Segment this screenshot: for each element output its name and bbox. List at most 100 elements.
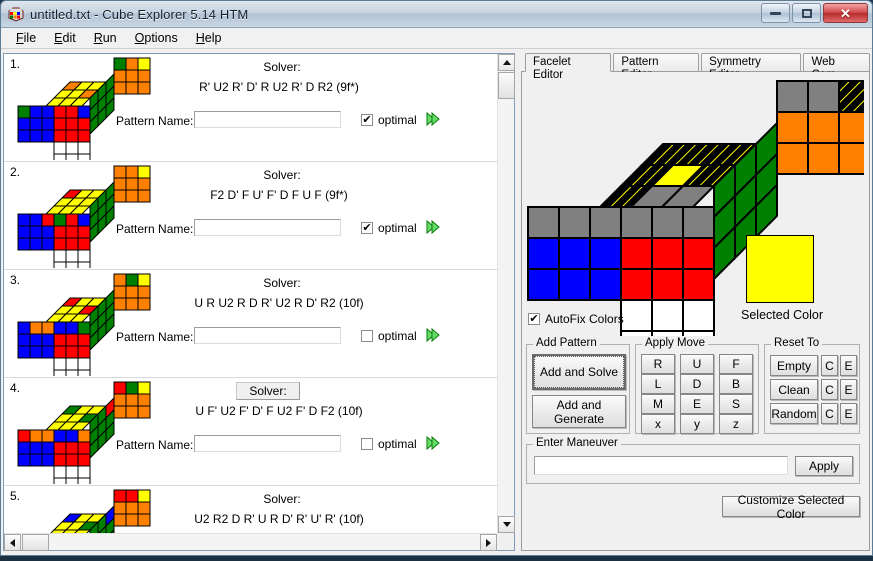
optimal-label: optimal — [378, 437, 417, 451]
move-button-B[interactable]: B — [719, 374, 753, 394]
main-content: 1. Solver: R' U2 R' D' R U2 R' D R2 (9f*… — [1, 49, 872, 555]
solver-results-panel: 1. Solver: R' U2 R' D' R U2 R' D R2 (9f*… — [3, 53, 515, 551]
solver-list-horizontal-scrollbar[interactable] — [4, 533, 497, 551]
reset-random-label: Random — [771, 406, 817, 421]
tab-web-cam[interactable]: Web Cam — [803, 53, 870, 81]
solver-list-vertical-scrollbar[interactable] — [497, 54, 515, 533]
vertical-scroll-thumb[interactable] — [498, 72, 515, 99]
menu-item-edit[interactable]: Edit — [45, 29, 85, 47]
chevron-up-icon — [502, 60, 511, 65]
horizontal-scroll-thumb[interactable] — [22, 534, 49, 551]
play-solution-button[interactable] — [425, 327, 441, 343]
move-button-z[interactable]: z — [719, 414, 753, 434]
maximize-button[interactable] — [792, 3, 821, 23]
move-button-L[interactable]: L — [641, 374, 675, 394]
move-label-F: F — [732, 357, 740, 371]
solver-entry-cube-thumbnail[interactable] — [16, 56, 164, 160]
move-button-R[interactable]: R — [641, 354, 675, 374]
reset-clean-e-button[interactable]: E — [840, 379, 857, 400]
solver-entry[interactable]: 2. Solver: F2 D' F U' F' D F U F (9f*) P… — [4, 162, 497, 270]
move-label-U: U — [692, 357, 702, 371]
play-solution-button[interactable] — [425, 219, 441, 235]
reset-empty-e-label: E — [844, 358, 853, 373]
pattern-name-input[interactable] — [194, 327, 341, 344]
solver-entry-cube-thumbnail[interactable] — [16, 380, 164, 484]
pattern-name-label: Pattern Name: — [116, 330, 194, 344]
reset-random-e-button[interactable]: E — [840, 403, 857, 424]
close-button[interactable]: ✕ — [823, 3, 868, 23]
reset-to-group: Reset To Empty C E Clean C E Random C E — [764, 337, 860, 434]
move-button-F[interactable]: F — [719, 354, 753, 374]
reset-clean-c-label: C — [825, 382, 834, 397]
add-pattern-group-title: Add Pattern — [533, 337, 600, 349]
move-button-x[interactable]: x — [641, 414, 675, 434]
pattern-name-input[interactable] — [194, 111, 341, 128]
menu-item-help[interactable]: Help — [187, 29, 231, 47]
move-label-L: L — [654, 377, 662, 391]
solver-entry[interactable]: 5. Solver: U2 R2 D R' U R D' R' U' R' (1… — [4, 486, 497, 533]
selected-color-swatch[interactable] — [746, 235, 814, 303]
solver-entry[interactable]: 1. Solver: R' U2 R' D' R U2 R' D R2 (9f*… — [4, 54, 497, 162]
menu-item-run[interactable]: Run — [85, 29, 126, 47]
move-label-z: z — [733, 417, 739, 431]
solver-entry-maneuver: U2 R2 D R' U R D' R' U' R' (10f) — [194, 512, 364, 526]
solver-entry-cube-thumbnail[interactable] — [16, 164, 164, 268]
minimize-icon — [770, 11, 781, 15]
optimal-checkbox[interactable]: ✔ — [361, 114, 373, 126]
reset-empty-e-button[interactable]: E — [840, 355, 857, 376]
solver-entry[interactable]: 4. Solver: U F' U2 F' D' F U2 F' D F2 (1… — [4, 378, 497, 486]
move-button-U[interactable]: U — [680, 354, 714, 374]
move-button-D[interactable]: D — [680, 374, 714, 394]
optimal-checkbox[interactable]: ✔ — [361, 222, 373, 234]
add-and-generate-button[interactable]: Add and Generate — [532, 395, 626, 428]
solver-entry-solver-label: Solver: — [263, 276, 301, 290]
solver-results-list[interactable]: 1. Solver: R' U2 R' D' R U2 R' D R2 (9f*… — [4, 54, 497, 533]
enter-maneuver-input[interactable] — [534, 456, 788, 475]
chevron-down-icon — [502, 522, 511, 527]
scroll-left-button[interactable] — [4, 534, 21, 551]
apply-maneuver-button[interactable]: Apply — [795, 456, 853, 476]
menu-item-file[interactable]: File — [7, 29, 45, 47]
add-and-solve-button[interactable]: Add and Solve — [532, 354, 626, 390]
reset-empty-c-button[interactable]: C — [821, 355, 838, 376]
optimal-checkbox[interactable] — [361, 330, 373, 342]
play-solution-button[interactable] — [425, 435, 441, 451]
scrollbar-corner — [497, 533, 514, 550]
pattern-name-label: Pattern Name: — [116, 438, 194, 452]
apply-maneuver-label: Apply — [808, 459, 840, 473]
reset-to-group-title: Reset To — [771, 337, 823, 349]
reset-empty-label: Empty — [776, 358, 811, 373]
menu-bar: File Edit Run Options Help — [1, 28, 872, 49]
editor-panel: Facelet Editor Pattern Editor Symmetry E… — [521, 53, 870, 551]
reset-clean-button[interactable]: Clean — [770, 379, 818, 400]
move-label-D: D — [692, 377, 702, 391]
move-button-M[interactable]: M — [641, 394, 675, 414]
reset-random-button[interactable]: Random — [770, 403, 818, 424]
pattern-name-input[interactable] — [194, 435, 341, 452]
move-button-y[interactable]: y — [680, 414, 714, 434]
move-button-E[interactable]: E — [680, 394, 714, 414]
play-solution-button[interactable] — [425, 111, 441, 127]
solver-entry-cube-thumbnail[interactable] — [16, 488, 164, 533]
move-label-x: x — [655, 417, 661, 431]
reset-random-c-button[interactable]: C — [821, 403, 838, 424]
autofix-colors-row[interactable]: ✔ AutoFix Colors — [528, 312, 624, 326]
tab-symmetry-editor[interactable]: Symmetry Editor — [701, 53, 802, 81]
customize-selected-color-button[interactable]: Customize Selected Color — [722, 493, 860, 521]
pattern-name-input[interactable] — [194, 219, 341, 236]
move-button-S[interactable]: S — [719, 394, 753, 414]
tab-pattern-editor[interactable]: Pattern Editor — [613, 53, 700, 81]
scroll-up-button[interactable] — [498, 54, 515, 71]
reset-empty-button[interactable]: Empty — [770, 355, 818, 376]
menu-item-options[interactable]: Options — [126, 29, 187, 47]
tab-facelet-editor[interactable]: Facelet Editor — [525, 53, 612, 81]
optimal-checkbox[interactable] — [361, 438, 373, 450]
autofix-colors-checkbox[interactable]: ✔ — [528, 313, 540, 325]
window-title: untitled.txt - Cube Explorer 5.14 HTM — [30, 6, 249, 22]
solver-entry-cube-thumbnail[interactable] — [16, 272, 164, 376]
minimize-button[interactable] — [761, 3, 790, 23]
reset-clean-c-button[interactable]: C — [821, 379, 838, 400]
solver-entry[interactable]: 3. Solver: U R U2 R D R' U2 R D' R2 (10f… — [4, 270, 497, 378]
scroll-right-button[interactable] — [480, 534, 497, 551]
scroll-down-button[interactable] — [498, 516, 515, 533]
